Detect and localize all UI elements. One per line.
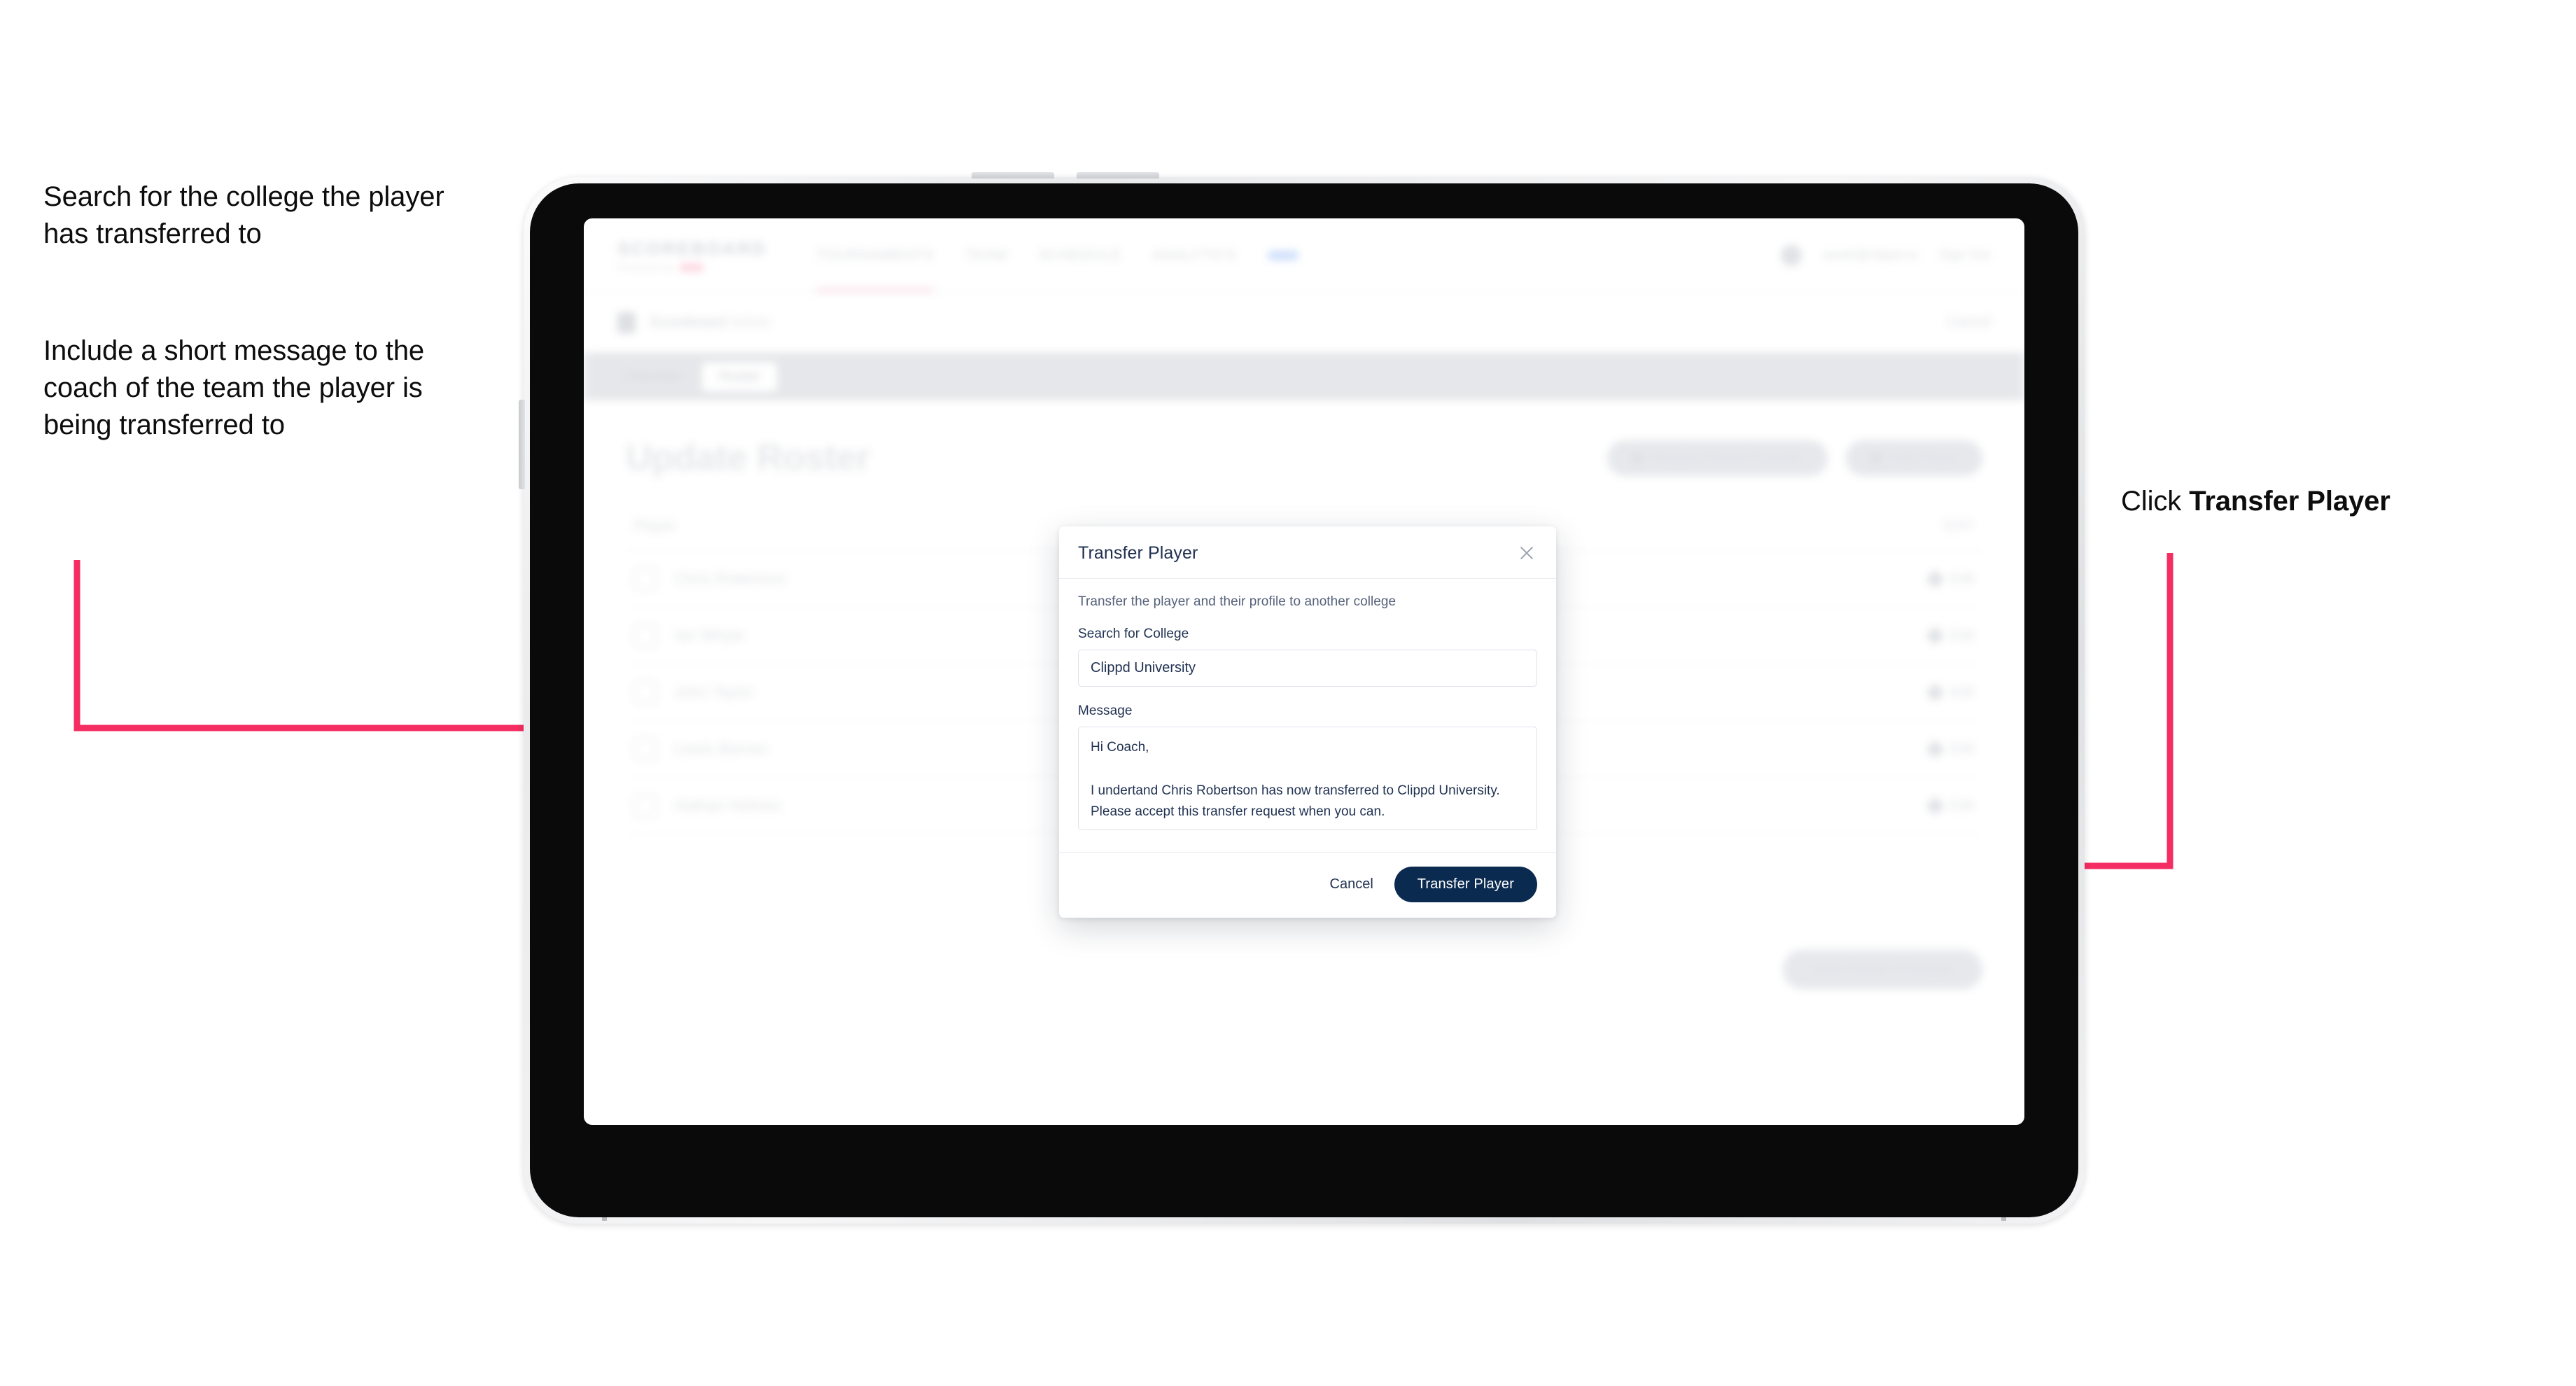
device-screen-bezel: SCOREBOARD Powered by TOURNAMENTS TEAM S… <box>530 183 2078 1217</box>
row-edit-label: Edit <box>1949 570 1974 587</box>
row-edit-label: Edit <box>1949 797 1974 813</box>
nav-item-schedule[interactable]: SCHEDULE <box>1038 218 1121 292</box>
section-tab-bar: Overview Roster <box>584 353 2024 400</box>
row-checkbox[interactable] <box>634 794 657 817</box>
transfer-player-modal: Transfer Player Transfer the player and … <box>1059 526 1556 918</box>
roster-column-edit: EDIT <box>1943 519 1974 533</box>
row-edit-label: Edit <box>1949 741 1974 757</box>
tab-roster[interactable]: Roster <box>702 362 778 391</box>
breadcrumb-subtitle: Admin <box>729 314 771 330</box>
annotation-note-click-transfer: Click Transfer Player <box>2121 483 2555 520</box>
modal-header: Transfer Player <box>1059 526 1556 579</box>
request-roster-transfer-button[interactable]: Request Roster Transfer <box>1607 440 1828 476</box>
annotation-note-search-college: Search for the college the player has tr… <box>43 181 444 249</box>
breadcrumb-icon <box>617 312 636 333</box>
page-header: Update Roster Request Roster Transfer Ad… <box>626 437 1982 479</box>
page-header-actions: Request Roster Transfer Add Player <box>1607 440 1982 476</box>
breadcrumb-title-text: Scoreboard <box>650 314 726 330</box>
nav-item-badge[interactable] <box>1267 250 1298 260</box>
transfer-icon <box>1631 451 1644 464</box>
pencil-icon <box>1925 796 1945 816</box>
row-player-name: Ian Whyte <box>675 626 745 644</box>
row-edit-action[interactable]: Edit <box>1925 682 1974 702</box>
brand-tagline-text: Powered by <box>617 262 674 272</box>
nav-item-tournaments[interactable]: TOURNAMENTS <box>816 218 934 292</box>
modal-body: Transfer the player and their profile to… <box>1059 579 1556 852</box>
annotation-note-include-message: Include a short message to the coach of … <box>43 335 424 440</box>
modal-title: Transfer Player <box>1078 542 1198 563</box>
power-button[interactable] <box>519 400 525 489</box>
close-icon[interactable] <box>1516 542 1537 564</box>
add-player-label: Add Player <box>1890 449 1959 465</box>
nav-item-team[interactable]: TEAM <box>965 218 1007 292</box>
page-title: Update Roster <box>626 438 870 478</box>
brand-accent-mark <box>679 262 704 272</box>
row-edit-label: Edit <box>1949 684 1974 700</box>
device-outer-bezel: SCOREBOARD Powered by TOURNAMENTS TEAM S… <box>519 172 2085 1224</box>
avatar[interactable] <box>1780 244 1802 266</box>
row-edit-action[interactable]: Edit <box>1925 739 1974 759</box>
search-college-input[interactable] <box>1078 650 1537 687</box>
plus-icon <box>1870 451 1882 464</box>
brand-tagline: Powered by <box>617 262 767 272</box>
pencil-icon <box>1925 682 1945 702</box>
row-player-name: Chris Robertson <box>675 570 786 587</box>
row-player-name: Nathan Holmes <box>675 797 781 814</box>
row-edit-action[interactable]: Edit <box>1925 626 1974 645</box>
top-bar-account-area: sarah@clippd.io Sign Out <box>1780 244 1991 266</box>
roster-column-player: Player <box>634 518 676 534</box>
breadcrumb-bar: Scoreboard Admin Cancel <box>584 293 2024 353</box>
nav-item-team-label: TEAM <box>965 246 1007 263</box>
tablet-device-mockup: SCOREBOARD Powered by TOURNAMENTS TEAM S… <box>519 172 2085 1224</box>
row-checkbox[interactable] <box>634 624 657 647</box>
row-checkbox[interactable] <box>634 568 657 590</box>
cancel-button[interactable]: Cancel <box>1327 872 1376 897</box>
message-textarea[interactable]: Hi Coach, I undertand Chris Robertson ha… <box>1078 727 1537 830</box>
account-email[interactable]: sarah@clippd.io <box>1823 248 1919 263</box>
transfer-player-button[interactable]: Transfer Player <box>1394 867 1537 902</box>
annotation-click-target: Transfer Player <box>2189 486 2390 517</box>
row-edit-action[interactable]: Edit <box>1925 796 1974 816</box>
app-top-navigation-bar: SCOREBOARD Powered by TOURNAMENTS TEAM S… <box>584 218 2024 293</box>
modal-description: Transfer the player and their profile to… <box>1078 594 1396 609</box>
nav-item-analytics[interactable]: ANALYTICS <box>1152 218 1237 292</box>
pencil-icon <box>1925 569 1945 589</box>
search-college-label: Search for College <box>1078 626 1189 641</box>
device-screen: SCOREBOARD Powered by TOURNAMENTS TEAM S… <box>584 218 2024 1125</box>
top-nav-items: TOURNAMENTS TEAM SCHEDULE ANALYTICS <box>816 218 1298 292</box>
brand-name: SCOREBOARD <box>617 238 767 259</box>
row-edit-action[interactable]: Edit <box>1925 569 1974 589</box>
row-checkbox[interactable] <box>634 681 657 704</box>
add-player-button[interactable]: Add Player <box>1846 440 1982 476</box>
tab-overview[interactable]: Overview <box>606 363 698 391</box>
app-brand-logo[interactable]: SCOREBOARD Powered by <box>617 238 767 272</box>
message-label: Message <box>1078 704 1133 718</box>
modal-footer: Cancel Transfer Player <box>1059 852 1556 918</box>
sign-out-link[interactable]: Sign Out <box>1939 248 1991 263</box>
row-player-name: Lewis Barnes <box>675 740 768 757</box>
row-edit-label: Edit <box>1949 627 1974 643</box>
nav-item-analytics-label: ANALYTICS <box>1152 246 1237 263</box>
annotation-click-prefix: Click <box>2121 486 2190 517</box>
save-roster-changes-button[interactable]: Save Roster Changes <box>1782 950 1982 989</box>
nav-item-tournaments-label: TOURNAMENTS <box>816 246 934 263</box>
breadcrumb-title[interactable]: Scoreboard Admin <box>650 314 771 331</box>
request-roster-transfer-label: Request Roster Transfer <box>1651 449 1805 465</box>
pencil-icon <box>1925 739 1945 759</box>
volume-down-button[interactable] <box>1077 172 1159 178</box>
nav-item-schedule-label: SCHEDULE <box>1037 246 1122 263</box>
row-checkbox[interactable] <box>634 738 657 760</box>
field-spacer <box>1078 687 1537 704</box>
breadcrumb-cancel-action[interactable]: Cancel <box>1947 314 1991 330</box>
pencil-icon <box>1925 626 1945 645</box>
volume-up-button[interactable] <box>972 172 1054 178</box>
row-player-name: John Taylor <box>675 683 754 701</box>
